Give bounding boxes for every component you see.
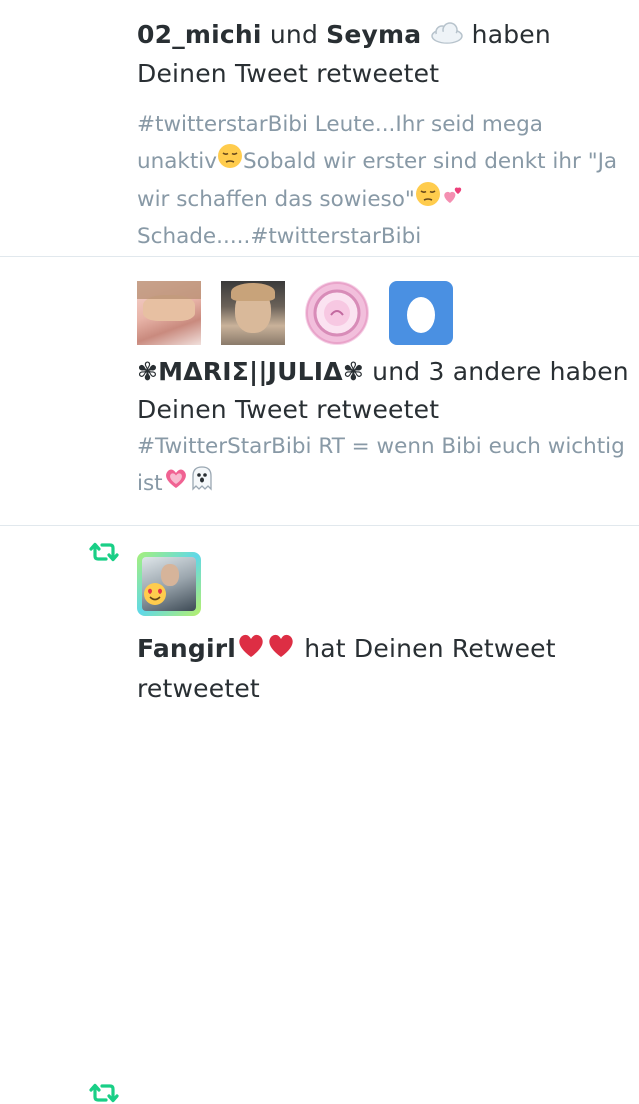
avatar[interactable] bbox=[389, 281, 453, 345]
avatar[interactable] bbox=[221, 281, 285, 345]
avatar[interactable] bbox=[305, 281, 369, 345]
notification-item[interactable]: ✾ΜΔRIΣ||JULIΔ✾ und 3 andere haben Deinen… bbox=[0, 257, 639, 562]
cloud-icon bbox=[430, 17, 464, 55]
notification-headline: Fangirl hat Deinen Retweet retweetet bbox=[137, 630, 629, 708]
two-hearts-icon bbox=[441, 182, 465, 218]
notification-headline: ✾ΜΔRIΣ||JULIΔ✾ und 3 andere haben Deinen… bbox=[137, 353, 629, 429]
notification-content: 02_michi und Seyma haben Deinen Tweet re… bbox=[137, 16, 629, 255]
pensive-face-icon bbox=[415, 181, 441, 219]
tweet-preview[interactable]: #twitterstarBibi Leute...Ihr seid mega u… bbox=[137, 107, 629, 255]
red-heart-icon bbox=[236, 631, 266, 670]
actor-name[interactable]: Fangirl bbox=[137, 634, 236, 663]
growing-heart-icon bbox=[163, 466, 189, 502]
joiner-text: und bbox=[261, 20, 327, 49]
pensive-face-icon bbox=[217, 143, 243, 181]
tweet-text-part: Schade.....#twitterstarBibi bbox=[137, 224, 422, 249]
avatar[interactable] bbox=[137, 281, 201, 345]
actor-name[interactable]: Seyma bbox=[326, 20, 421, 49]
avatar-row bbox=[137, 552, 629, 616]
actor-name[interactable]: 02_michi bbox=[137, 20, 262, 49]
notification-item[interactable]: 02_michi und Seyma haben Deinen Tweet re… bbox=[0, 0, 639, 257]
ghost-icon bbox=[189, 465, 215, 503]
notification-content: Fangirl hat Deinen Retweet retweetet bbox=[137, 552, 629, 708]
avatar-row bbox=[137, 281, 629, 345]
actor-name[interactable]: ✾ΜΔRIΣ||JULIΔ✾ bbox=[137, 357, 364, 386]
retweet-icon bbox=[89, 1083, 119, 1103]
avatar[interactable] bbox=[137, 552, 201, 616]
tweet-preview[interactable]: #TwitterStarBibi RT = wenn Bibi euch wic… bbox=[137, 429, 629, 503]
notification-headline: 02_michi und Seyma haben Deinen Tweet re… bbox=[137, 16, 629, 93]
notification-content: ✾ΜΔRIΣ||JULIΔ✾ und 3 andere haben Deinen… bbox=[137, 281, 629, 503]
red-heart-icon bbox=[266, 631, 296, 670]
notification-item[interactable]: Fangirl hat Deinen Retweet retweetet bbox=[0, 526, 639, 1103]
